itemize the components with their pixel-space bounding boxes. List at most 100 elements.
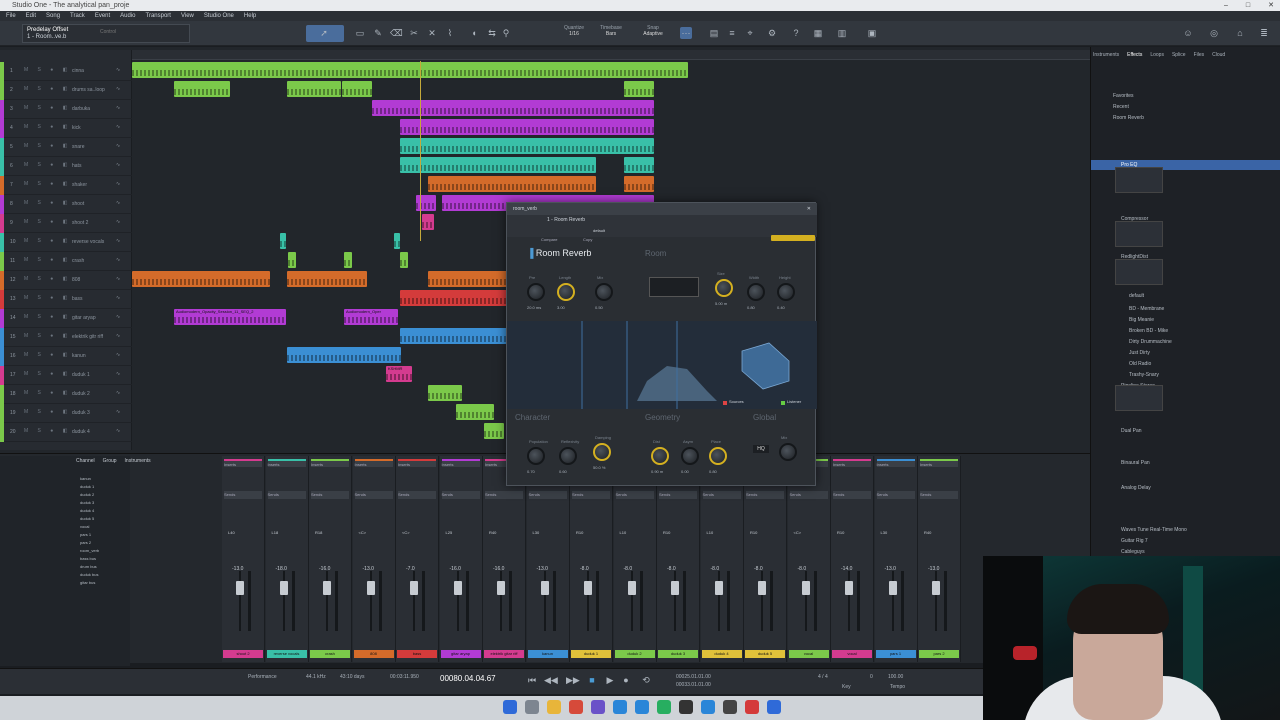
- menu-view[interactable]: View: [181, 11, 194, 21]
- tempo-value[interactable]: 100.00: [888, 674, 903, 680]
- plugin-copy[interactable]: Copy: [583, 237, 592, 242]
- mute-solo-buttons[interactable]: M S ● ◧: [24, 67, 71, 73]
- sends-slot[interactable]: Sends: [441, 491, 480, 499]
- track-header[interactable]: 14 M S ● ◧ gitar aryap ∿: [0, 309, 132, 328]
- inserts-slot[interactable]: Inserts: [311, 459, 349, 467]
- channel-name[interactable]: elektrik gitar riff: [484, 650, 524, 658]
- tab-cloud[interactable]: Cloud: [1212, 52, 1225, 58]
- pan-value[interactable]: L10: [707, 530, 737, 536]
- audio-clip[interactable]: [400, 157, 596, 173]
- knob-value[interactable]: 0.70: [527, 469, 535, 474]
- track-header[interactable]: 9 M S ● ◧ shoot 2 ∿: [0, 214, 132, 233]
- sends-slot[interactable]: Sends: [267, 491, 306, 499]
- channel-fader[interactable]: [323, 581, 331, 595]
- channel-name[interactable]: shoot 2: [223, 650, 263, 658]
- audio-clip[interactable]: Audiomodern_Oper: [344, 309, 398, 325]
- inserts-slot[interactable]: Inserts: [920, 459, 958, 467]
- sends-slot[interactable]: Sends: [659, 491, 697, 499]
- pan-value[interactable]: R10: [750, 530, 780, 536]
- audio-clip[interactable]: [400, 138, 654, 154]
- parameter-knob[interactable]: [747, 283, 765, 301]
- audio-clip[interactable]: [400, 119, 654, 135]
- channel-tree-item[interactable]: pars 1: [80, 532, 91, 537]
- channel-tree-item[interactable]: bass bus: [80, 556, 96, 561]
- mixer-view-icon[interactable]: ▥: [836, 27, 848, 39]
- pan-value[interactable]: R18: [315, 530, 345, 536]
- maximize-icon[interactable]: □: [1246, 0, 1250, 11]
- browser-item[interactable]: Binaural Pan: [1091, 458, 1280, 468]
- rewind-icon[interactable]: ⏮: [526, 674, 538, 686]
- knob-value[interactable]: 0.40: [777, 305, 785, 310]
- browser-item[interactable]: Big Meanie: [1091, 315, 1280, 325]
- mix-icon[interactable]: ≡: [726, 27, 738, 39]
- channel-tree-item[interactable]: drum bus: [80, 564, 97, 569]
- start-icon[interactable]: [503, 700, 517, 714]
- zoom-tool-icon[interactable]: ⚲: [500, 27, 512, 39]
- plugin-titlebar[interactable]: room_verb ✕: [507, 203, 817, 215]
- mute-solo-buttons[interactable]: M S ● ◧: [24, 409, 71, 415]
- channel-fader[interactable]: [366, 581, 375, 595]
- audio-clip[interactable]: [342, 81, 372, 97]
- parameter-knob[interactable]: [709, 447, 727, 465]
- audio-clip[interactable]: [456, 404, 494, 420]
- sends-slot[interactable]: Sends: [833, 491, 871, 499]
- mute-solo-buttons[interactable]: M S ● ◧: [24, 162, 71, 168]
- audio-clip[interactable]: [624, 176, 654, 192]
- record-icon[interactable]: ●: [620, 674, 632, 686]
- track-header[interactable]: 15 M S ● ◧ elektrik gitr riff ∿: [0, 328, 132, 347]
- browser-item[interactable]: Old Radio: [1091, 359, 1280, 369]
- menu-help[interactable]: Help: [244, 11, 256, 21]
- track-header[interactable]: 3 M S ● ◧ darbuka ∿: [0, 100, 132, 119]
- sends-slot[interactable]: Sends: [789, 491, 828, 499]
- loop-icon[interactable]: ⟲: [640, 674, 652, 686]
- parameter-knob[interactable]: [557, 283, 575, 301]
- pan-value[interactable]: R10: [663, 530, 693, 536]
- pan-value[interactable]: <C>: [402, 530, 432, 536]
- channel-fader[interactable]: [627, 581, 636, 595]
- knob-value[interactable]: 0.80: [747, 305, 755, 310]
- mute-solo-buttons[interactable]: M S ● ◧: [24, 390, 71, 396]
- help-icon[interactable]: ?: [790, 27, 802, 39]
- search-icon[interactable]: [525, 700, 539, 714]
- audio-clip[interactable]: [372, 100, 654, 116]
- track-header[interactable]: 20 M S ● ◧ duduk 4 ∿: [0, 423, 132, 442]
- back-icon[interactable]: ◀◀: [544, 674, 558, 686]
- channel-fader[interactable]: [845, 581, 853, 595]
- home-icon[interactable]: ⌂: [1234, 27, 1246, 39]
- tab-splice[interactable]: Splice: [1172, 52, 1186, 58]
- pan-value[interactable]: L30: [533, 530, 563, 536]
- pan-value[interactable]: L18: [272, 530, 302, 536]
- audio-clip[interactable]: [416, 195, 436, 211]
- track-header[interactable]: 4 M S ● ◧ kick ∿: [0, 119, 132, 138]
- audio-clip[interactable]: [484, 423, 504, 439]
- knob-value[interactable]: 0.90 m: [651, 469, 663, 474]
- edge-icon[interactable]: [613, 700, 627, 714]
- browser-item[interactable]: Trashy-Snary: [1091, 370, 1280, 380]
- plugin-thumbnail[interactable]: [1115, 385, 1163, 411]
- inserts-slot[interactable]: Inserts: [224, 459, 262, 467]
- track-header[interactable]: 6 M S ● ◧ hats ∿: [0, 157, 132, 176]
- sends-slot[interactable]: Sends: [485, 491, 523, 499]
- plugin-thumbnail[interactable]: [1115, 221, 1163, 247]
- split-tool-icon[interactable]: ✂: [408, 27, 420, 39]
- signature[interactable]: 4 / 4: [818, 674, 828, 680]
- menu-icon[interactable]: ≣: [1258, 27, 1270, 39]
- minimize-icon[interactable]: –: [1224, 0, 1228, 11]
- audio-clip[interactable]: KSHMR: [386, 366, 412, 382]
- track-header[interactable]: 7 M S ● ◧ shaker ∿: [0, 176, 132, 195]
- mute-solo-buttons[interactable]: M S ● ◧: [24, 276, 71, 282]
- mute-solo-buttons[interactable]: M S ● ◧: [24, 143, 71, 149]
- track-header[interactable]: 17 M S ● ◧ duduk 1 ∿: [0, 366, 132, 385]
- browser-item[interactable]: Analog Delay: [1091, 483, 1280, 493]
- plugin-compare[interactable]: Compare: [541, 237, 557, 242]
- pan-value[interactable]: L10: [620, 530, 650, 536]
- app-icon[interactable]: [767, 700, 781, 714]
- channel-name[interactable]: duduk 5: [745, 650, 785, 658]
- channel-name[interactable]: duduk 1: [571, 650, 611, 658]
- channel-fader[interactable]: [932, 581, 940, 595]
- channel-fader[interactable]: [801, 581, 810, 595]
- sends-slot[interactable]: Sends: [528, 491, 567, 499]
- mute-solo-buttons[interactable]: M S ● ◧: [24, 124, 71, 130]
- inserts-slot[interactable]: Inserts: [441, 459, 480, 467]
- store-icon[interactable]: [635, 700, 649, 714]
